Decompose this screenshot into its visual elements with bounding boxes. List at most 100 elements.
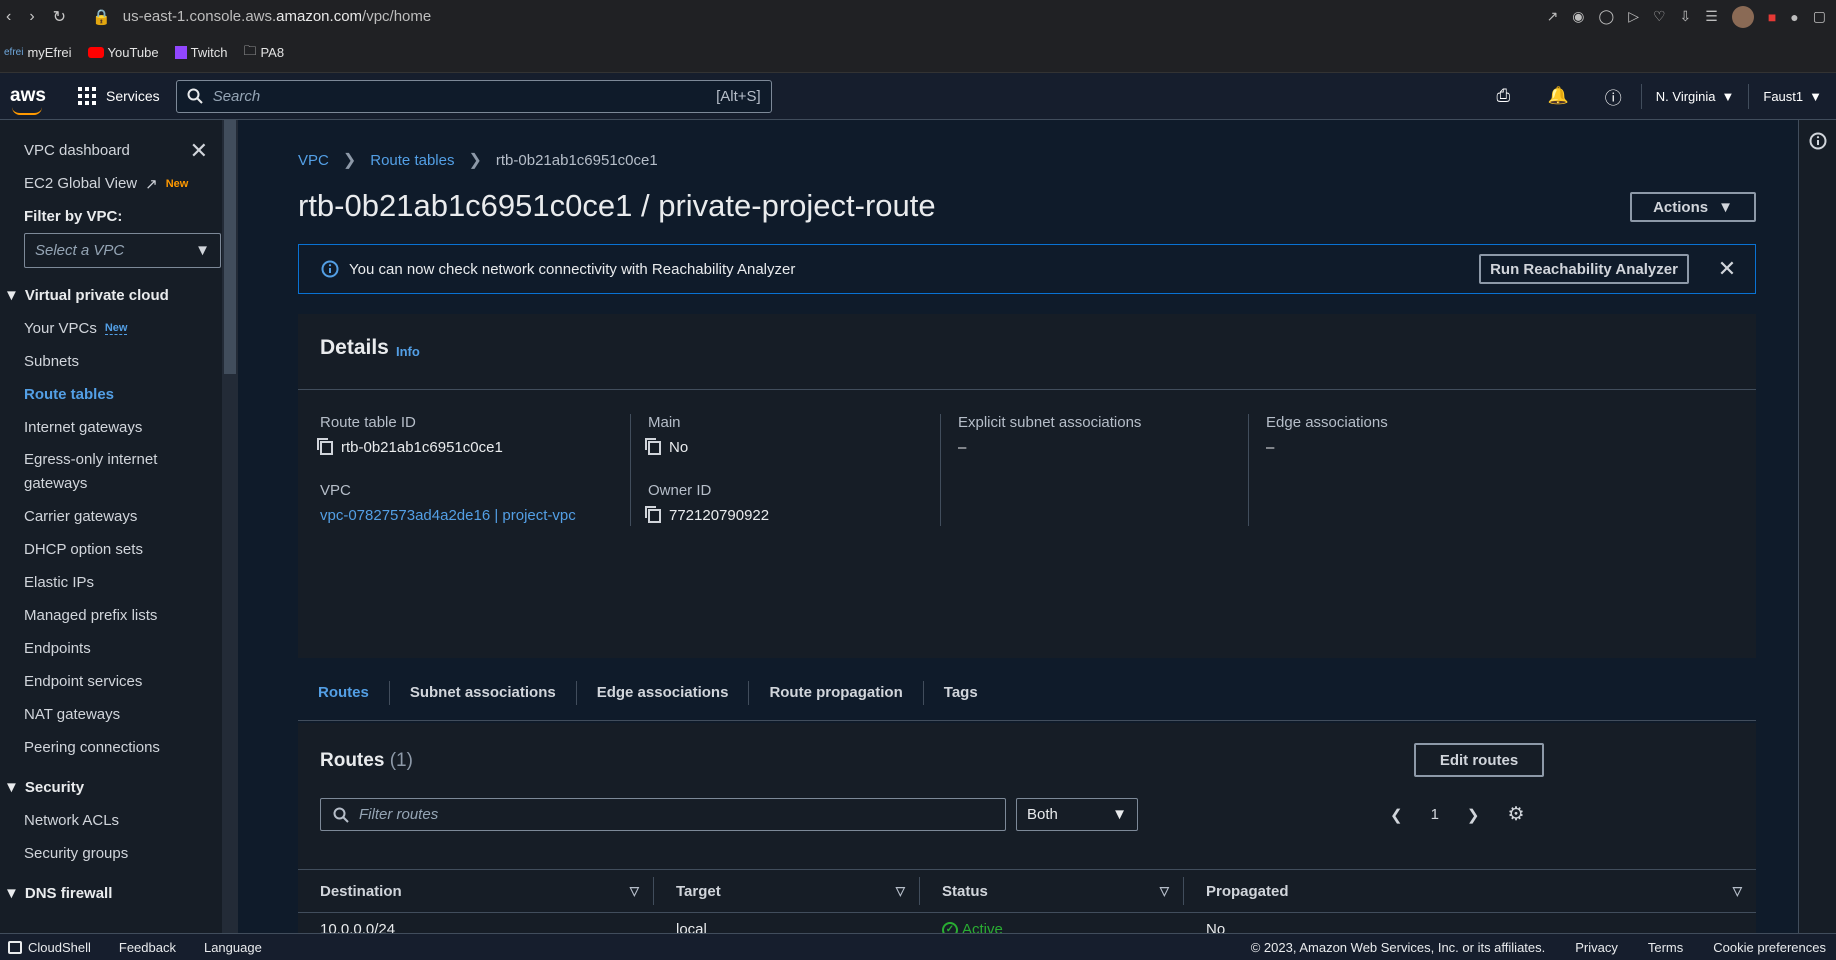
sidebar-item-network-acls[interactable]: Network ACLs: [0, 804, 238, 837]
caret-down-icon: ▼: [1718, 198, 1733, 216]
address-bar[interactable]: 🔒 us-east-1.console.aws.amazon.com/vpc/h…: [92, 8, 431, 26]
tab-tags[interactable]: Tags: [924, 681, 998, 705]
heart-icon[interactable]: ♡: [1653, 8, 1666, 25]
feedback-link[interactable]: Feedback: [119, 940, 176, 955]
route-table-id-label: Route table ID: [320, 414, 416, 431]
bookmark-folder-pa8[interactable]: 🗀 PA8: [243, 42, 284, 64]
sidebar-item-carrier-gateways[interactable]: Carrier gateways: [0, 500, 238, 533]
services-menu[interactable]: Services: [78, 87, 160, 105]
help-icon[interactable]: ⓘ: [1586, 84, 1641, 109]
extension-icon[interactable]: ■: [1768, 9, 1776, 25]
edit-routes-button[interactable]: Edit routes: [1414, 743, 1544, 777]
info-icon[interactable]: [1809, 132, 1827, 150]
forward-icon[interactable]: ›: [29, 8, 34, 26]
button-label: Run Reachability Analyzer: [1490, 260, 1678, 278]
sidebar-item-security-groups[interactable]: Security groups: [0, 837, 238, 870]
search-icon: [187, 88, 203, 104]
tab-route-propagation[interactable]: Route propagation: [749, 680, 924, 705]
close-icon[interactable]: ✕: [190, 138, 208, 164]
gear-icon[interactable]: ⚙: [1508, 803, 1525, 826]
reload-icon[interactable]: ↻: [53, 7, 66, 27]
actions-button[interactable]: Actions ▼: [1630, 192, 1756, 222]
privacy-link[interactable]: Privacy: [1575, 940, 1618, 955]
select-placeholder: Select a VPC: [35, 242, 125, 259]
vpc-filter-select[interactable]: Select a VPC ▼: [24, 233, 221, 268]
info-flashbar: You can now check network connectivity w…: [298, 244, 1756, 294]
section-dns-firewall[interactable]: ▼ DNS firewall: [0, 876, 238, 910]
sidebar-item-subnets[interactable]: Subnets: [0, 345, 238, 378]
tab-edge-associations[interactable]: Edge associations: [577, 680, 750, 705]
tab-routes[interactable]: Routes: [318, 680, 390, 705]
tab-subnet-associations[interactable]: Subnet associations: [390, 680, 577, 705]
bookmark-youtube[interactable]: YouTube: [87, 45, 159, 60]
back-icon[interactable]: ‹: [6, 8, 11, 26]
cookie-preferences-link[interactable]: Cookie preferences: [1713, 940, 1826, 955]
sidebar-item-internet-gateways[interactable]: Internet gateways: [0, 411, 238, 444]
vpc-link[interactable]: vpc-07827573ad4a2de16 | project-vpc: [320, 507, 660, 524]
sidebar-item-route-tables[interactable]: Route tables: [0, 378, 238, 411]
share-icon[interactable]: ↗: [1547, 8, 1559, 25]
avatar[interactable]: [1731, 5, 1754, 28]
shield-icon[interactable]: ◯: [1599, 8, 1615, 25]
breadcrumb-vpc[interactable]: VPC: [298, 152, 329, 169]
breadcrumb-route-tables[interactable]: Route tables: [370, 152, 454, 169]
sidebar-item-peering-connections[interactable]: Peering connections: [0, 731, 238, 764]
sidebar-item-label: Subnets: [24, 353, 80, 370]
sidebar-item-egress-only-internet-gateways[interactable]: Egress-only internet gateways: [0, 444, 200, 500]
sort-icon[interactable]: ▽: [630, 884, 653, 898]
bookmark-twitch[interactable]: Twitch: [174, 45, 227, 60]
chevron-left-icon[interactable]: ❮: [1390, 806, 1403, 824]
account-menu[interactable]: Faust1 ▼: [1748, 83, 1836, 109]
sort-icon[interactable]: ▽: [1160, 884, 1183, 898]
sidebar-item-nat-gateways[interactable]: NAT gateways: [0, 698, 238, 731]
column-status[interactable]: Status ▽: [920, 877, 1184, 905]
sort-icon[interactable]: ▽: [1733, 884, 1756, 898]
sidebar-item-managed-prefix-lists[interactable]: Managed prefix lists: [0, 599, 238, 632]
run-reachability-analyzer-button[interactable]: Run Reachability Analyzer: [1479, 254, 1689, 284]
camera-icon[interactable]: ◉: [1572, 8, 1584, 25]
search-shortcut: [Alt+S]: [716, 87, 761, 105]
download-icon[interactable]: ⇩: [1680, 8, 1692, 25]
sidebar-item-endpoint-services[interactable]: Endpoint services: [0, 665, 238, 698]
cloudshell-icon[interactable]: ⎙: [1476, 86, 1531, 106]
column-propagated[interactable]: Propagated ▽: [1184, 877, 1756, 905]
chevron-right-icon[interactable]: ❯: [1467, 806, 1480, 824]
column-target[interactable]: Target ▽: [654, 877, 920, 905]
sort-icon[interactable]: ▽: [896, 884, 919, 898]
sidebar-scrollbar[interactable]: [222, 120, 238, 933]
copy-icon[interactable]: [317, 437, 333, 455]
section-virtual-private-cloud[interactable]: ▼ Virtual private cloud: [0, 278, 238, 312]
filter-routes-input[interactable]: Filter routes: [320, 798, 1006, 831]
sidebar-item-ec2-global-view[interactable]: EC2 Global View ↗ New: [0, 167, 238, 200]
box-icon[interactable]: ▢: [1813, 8, 1826, 25]
sidebar-item-dhcp-option-sets[interactable]: DHCP option sets: [0, 533, 238, 566]
sidebar-item-elastic-ips[interactable]: Elastic IPs: [0, 566, 238, 599]
cloudshell-link[interactable]: CloudShell: [8, 940, 91, 955]
close-icon[interactable]: ✕: [1699, 256, 1755, 282]
section-security[interactable]: ▼ Security: [0, 770, 238, 804]
notifications-icon[interactable]: 🔔: [1531, 86, 1586, 106]
glasses-icon[interactable]: ●: [1790, 9, 1798, 25]
bookmark-myefrei[interactable]: efrei myEfrei: [4, 45, 72, 60]
language-link[interactable]: Language: [204, 940, 262, 955]
copy-icon[interactable]: [645, 437, 661, 455]
region-selector[interactable]: N. Virginia ▼: [1640, 83, 1749, 109]
sidebar-item-endpoints[interactable]: Endpoints: [0, 632, 238, 665]
search-input[interactable]: Search [Alt+S]: [175, 79, 772, 113]
terms-link[interactable]: Terms: [1648, 940, 1683, 955]
scrollbar-thumb[interactable]: [224, 120, 236, 374]
copy-icon[interactable]: [645, 505, 661, 523]
sidebar-item-your-vpcs[interactable]: Your VPCs New: [0, 312, 238, 345]
new-badge: New: [165, 177, 189, 190]
aws-logo[interactable]: aws: [0, 85, 64, 115]
sidebar-item-vpc-dashboard[interactable]: VPC dashboard ✕: [0, 134, 238, 167]
caret-down-icon: ▼: [4, 884, 19, 902]
menu-icon[interactable]: ☰: [1705, 8, 1718, 25]
sidebar: VPC dashboard ✕ EC2 Global View ↗ New Filte…: [0, 120, 238, 933]
details-panel: Details Info Route table ID rtb-0b21ab1c…: [298, 314, 1756, 658]
column-destination[interactable]: Destination ▽: [298, 877, 654, 905]
info-link[interactable]: Info: [396, 344, 420, 359]
route-type-select[interactable]: Both ▼: [1016, 798, 1138, 831]
play-icon[interactable]: ▷: [1628, 8, 1639, 25]
page-number[interactable]: 1: [1431, 806, 1439, 823]
